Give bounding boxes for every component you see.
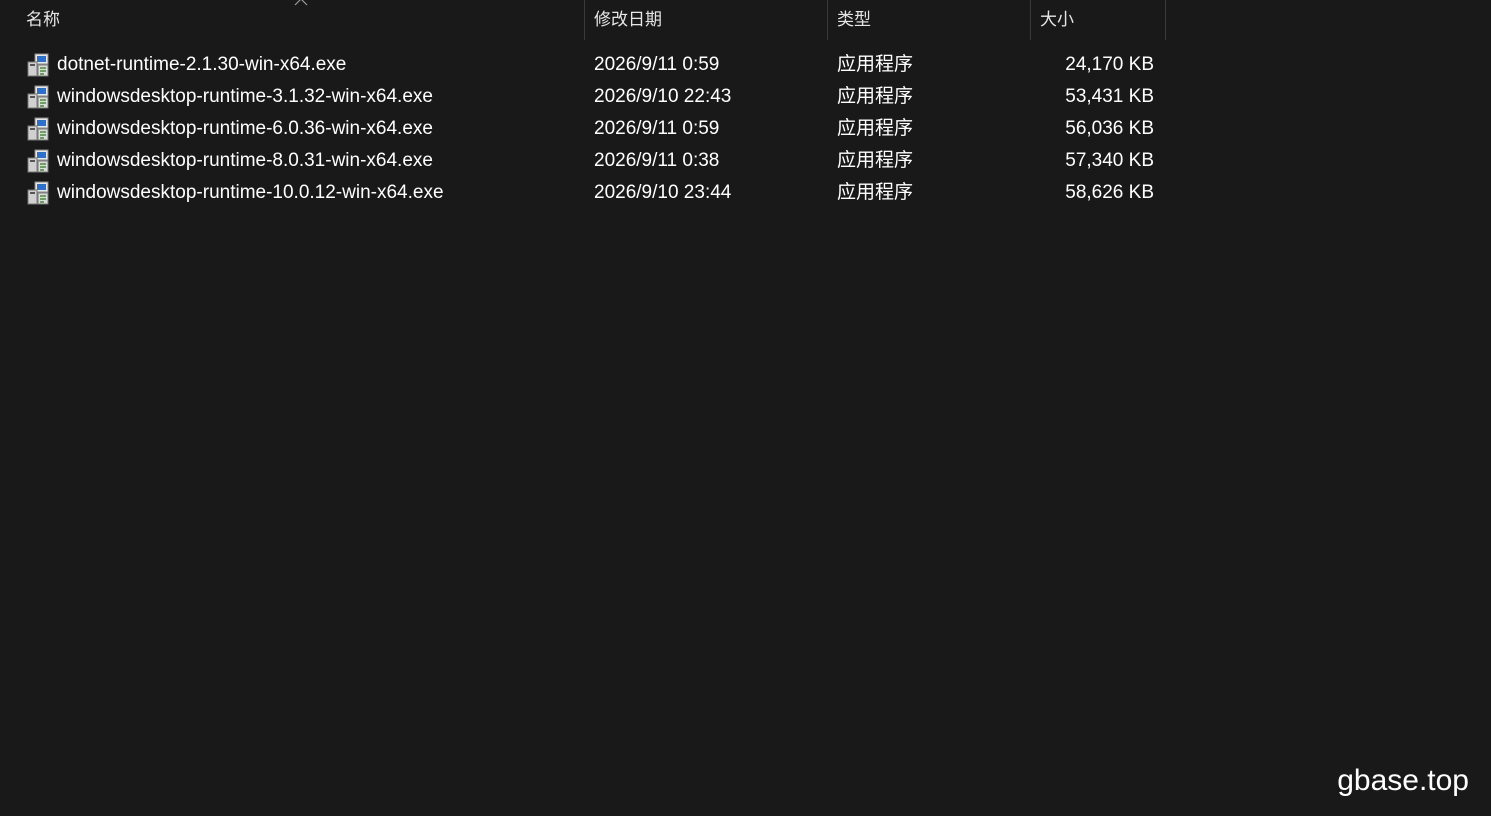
file-name: windowsdesktop-runtime-6.0.36-win-x64.ex… [57,118,433,139]
installer-exe-icon [26,53,50,77]
file-date: 2026/9/11 0:38 [594,150,720,171]
file-date: 2026/9/11 0:59 [594,54,720,75]
file-type: 应用程序 [837,182,914,203]
column-header-type[interactable]: 类型 [828,0,1031,40]
installer-exe-icon [26,181,50,205]
file-name: windowsdesktop-runtime-3.1.32-win-x64.ex… [57,86,433,107]
file-name: windowsdesktop-runtime-8.0.31-win-x64.ex… [57,150,433,171]
watermark-text: gbase.top [1337,764,1469,797]
file-row[interactable]: windowsdesktop-runtime-10.0.12-win-x64.e… [0,177,1166,209]
file-row[interactable]: windowsdesktop-runtime-8.0.31-win-x64.ex… [0,145,1166,177]
file-row[interactable]: windowsdesktop-runtime-6.0.36-win-x64.ex… [0,113,1166,145]
file-date: 2026/9/10 22:43 [594,86,732,107]
column-header-size[interactable]: 大小 [1031,0,1166,40]
file-type: 应用程序 [837,118,914,139]
file-row[interactable]: windowsdesktop-runtime-3.1.32-win-x64.ex… [0,81,1166,113]
column-header-bar: 名称 修改日期 类型 大小 [0,0,1166,40]
column-header-date-label: 修改日期 [594,10,662,29]
file-list: dotnet-runtime-2.1.30-win-x64.exe 2026/9… [0,49,1166,209]
installer-exe-icon [26,149,50,173]
installer-exe-icon [26,117,50,141]
file-row[interactable]: dotnet-runtime-2.1.30-win-x64.exe 2026/9… [0,49,1166,81]
file-name: windowsdesktop-runtime-10.0.12-win-x64.e… [57,182,444,203]
column-header-date[interactable]: 修改日期 [585,0,828,40]
column-header-name[interactable]: 名称 [0,0,585,40]
file-size: 24,170 KB [1065,54,1154,75]
file-type: 应用程序 [837,150,914,171]
file-date: 2026/9/11 0:59 [594,118,720,139]
file-type: 应用程序 [837,54,914,75]
chevron-up-icon [294,0,308,6]
installer-exe-icon [26,85,50,109]
column-header-name-label: 名称 [26,10,60,29]
file-size: 58,626 KB [1065,182,1154,203]
column-header-type-label: 类型 [837,10,871,29]
file-size: 53,431 KB [1065,86,1154,107]
column-header-size-label: 大小 [1040,10,1074,29]
file-explorer-view: 名称 修改日期 类型 大小 dotnet-runtime-2.1.30-win-… [0,0,1491,816]
column-divider[interactable] [1165,0,1166,40]
file-date: 2026/9/10 23:44 [594,182,732,203]
file-name: dotnet-runtime-2.1.30-win-x64.exe [57,54,347,75]
file-size: 56,036 KB [1065,118,1154,139]
file-size: 57,340 KB [1065,150,1154,171]
file-type: 应用程序 [837,86,914,107]
